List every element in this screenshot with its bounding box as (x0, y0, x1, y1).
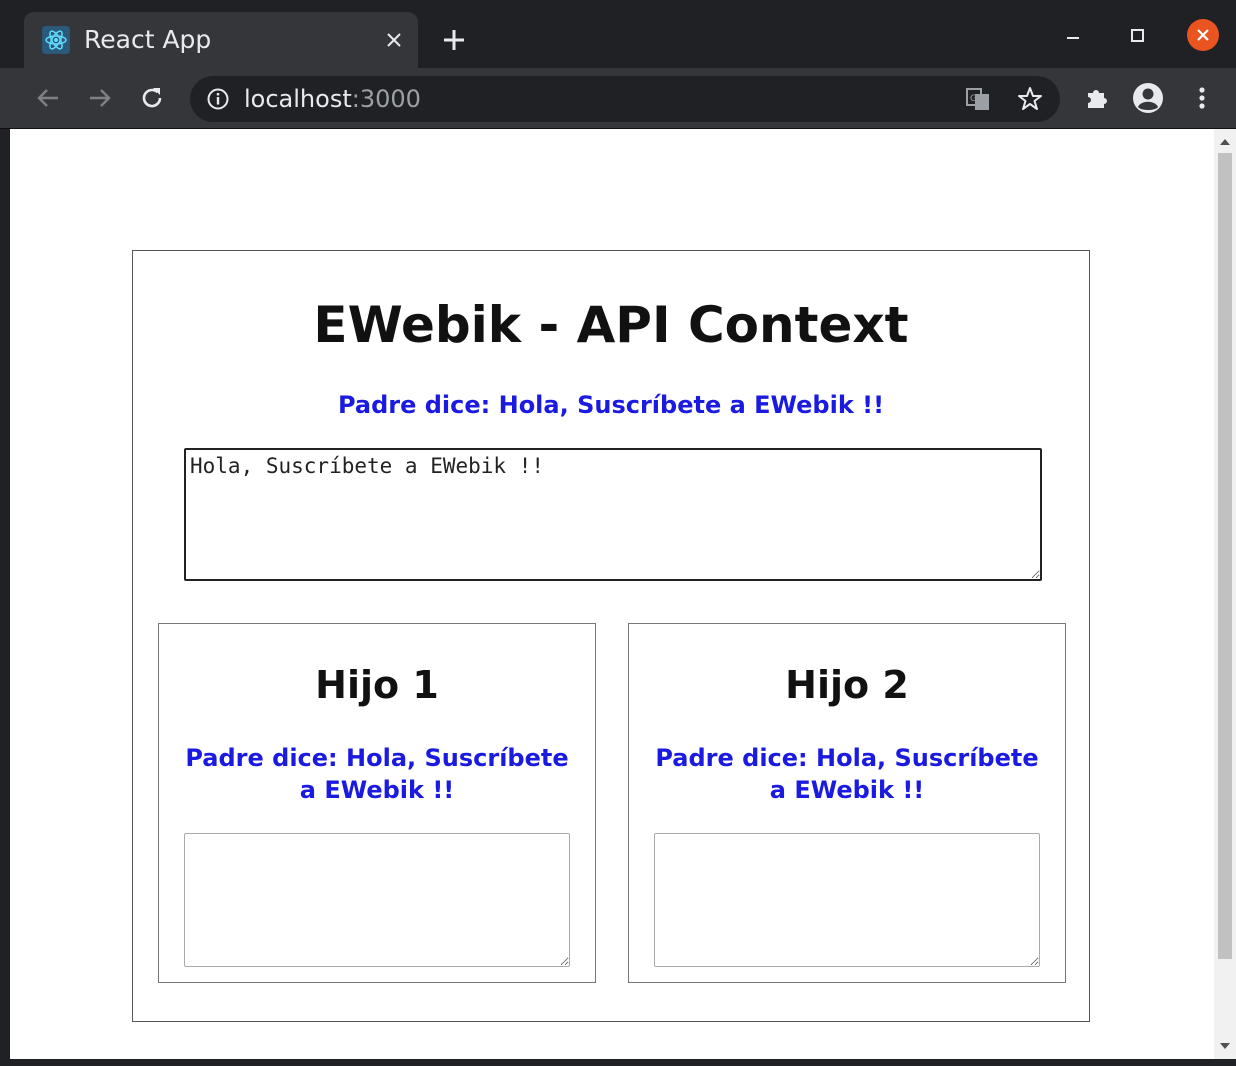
page-viewport: EWebik - API Context Padre dice: Hola, S… (10, 129, 1214, 1059)
maximize-icon[interactable] (1122, 20, 1154, 52)
child-2-textarea[interactable] (654, 833, 1040, 967)
reload-icon[interactable] (136, 82, 168, 114)
window-close-icon[interactable] (1187, 19, 1219, 51)
child-1-textarea[interactable] (184, 833, 570, 967)
site-info-icon[interactable] (206, 87, 230, 111)
url-host: localhost (244, 85, 352, 113)
url-text: localhost:3000 (244, 85, 421, 113)
vertical-scrollbar[interactable] (1214, 129, 1236, 1059)
scrollbar-thumb[interactable] (1218, 153, 1232, 959)
extensions-puzzle-icon[interactable] (1080, 82, 1112, 114)
profile-avatar-icon[interactable] (1132, 82, 1164, 114)
child-card-1: Hijo 1 Padre dice: Hola, Suscríbete a EW… (158, 623, 596, 983)
bookmark-star-icon[interactable] (1014, 83, 1046, 115)
url-port: :3000 (351, 85, 421, 113)
parent-says-text: Padre dice: Hola, Suscríbete a EWebik !! (337, 391, 885, 419)
browser-toolbar: localhost:3000 G (0, 68, 1236, 129)
minimize-icon[interactable] (1057, 20, 1089, 52)
tab-close-icon[interactable] (380, 26, 408, 54)
child-title: Hijo 2 (785, 663, 909, 707)
new-tab-plus-icon[interactable] (438, 24, 470, 56)
translate-icon[interactable]: G (962, 83, 994, 115)
page-title: EWebik - API Context (313, 296, 909, 354)
tab-react-app[interactable]: React App (24, 12, 418, 68)
react-favicon-icon (42, 26, 70, 54)
browser-window: React App localhost:3000 G EWebik - API … (0, 0, 1236, 1066)
svg-text:G: G (970, 94, 977, 104)
child-parent-says-text: Padre dice: Hola, Suscríbete a EWebik !! (185, 744, 569, 804)
app-container: EWebik - API Context Padre dice: Hola, S… (132, 250, 1090, 1022)
window-bottom-edge (0, 1059, 1236, 1066)
scroll-up-arrow-icon[interactable] (1220, 139, 1230, 145)
scroll-down-arrow-icon[interactable] (1220, 1043, 1230, 1049)
child-parent-says-text: Padre dice: Hola, Suscríbete a EWebik !! (655, 744, 1039, 804)
more-menu-icon[interactable] (1186, 82, 1218, 114)
address-bar[interactable]: localhost:3000 G (190, 76, 1060, 122)
tab-title: React App (84, 25, 212, 54)
child-card-2: Hijo 2 Padre dice: Hola, Suscríbete a EW… (628, 623, 1066, 983)
parent-message-textarea[interactable]: Hola, Suscríbete a EWebik !! (184, 448, 1042, 581)
child-title: Hijo 1 (315, 663, 439, 707)
forward-arrow-icon[interactable] (84, 82, 116, 114)
tab-strip: React App (0, 0, 1236, 68)
back-arrow-icon[interactable] (32, 82, 64, 114)
